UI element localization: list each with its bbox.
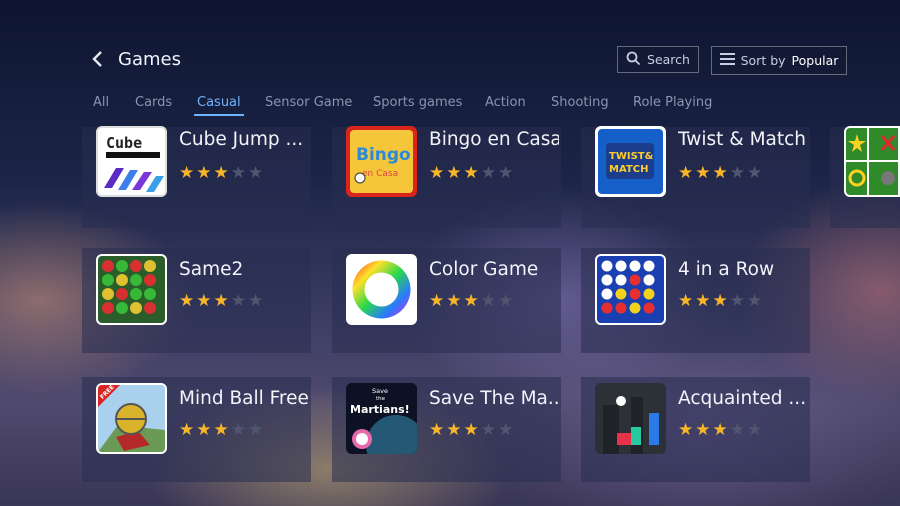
game-card[interactable]: Bingo en Casa Bingo en Casa ★★★★★ <box>332 126 561 228</box>
page-header: Games <box>90 48 181 70</box>
tab-sensor-game[interactable]: Sensor Game <box>265 95 352 110</box>
star-rating: ★★★★★ <box>179 420 266 440</box>
game-title: 4 in a Row <box>678 259 775 280</box>
game-card[interactable]: 4 in a Row ★★★★★ <box>581 248 810 353</box>
color-wheel-icon <box>346 254 417 325</box>
star-rating: ★★★★★ <box>678 291 765 311</box>
sort-button[interactable]: Sort by Popular <box>711 46 847 75</box>
game-title: Cube Jump ... <box>179 129 304 150</box>
sort-label: Sort by <box>740 53 786 68</box>
four-in-a-row-icon <box>595 254 666 325</box>
search-icon <box>626 51 641 69</box>
star-rating: ★★★★★ <box>179 163 266 183</box>
tab-role-playing[interactable]: Role Playing <box>633 95 712 110</box>
game-card[interactable]: FREE Mind Ball Free ★★★★★ <box>82 377 311 482</box>
search-label: Search <box>647 52 690 67</box>
twist-icon-text: TWIST& <box>609 151 654 162</box>
game-title: Twist & Match <box>678 129 807 150</box>
bingo-icon: Bingo en Casa <box>346 126 417 197</box>
bingo-icon-subtext: en Casa <box>362 169 398 179</box>
game-card[interactable]: Acquainted ... ★★★★★ <box>581 377 810 482</box>
game-card[interactable]: Save the Martians! Save The Ma... ★★★★★ <box>332 377 561 482</box>
tab-casual[interactable]: Casual <box>194 95 244 116</box>
page-title: Games <box>118 48 181 70</box>
tab-action[interactable]: Action <box>485 95 526 110</box>
game-title: Save The Ma... <box>429 388 559 409</box>
the-icon-text: the <box>376 396 386 402</box>
star-rating: ★★★★★ <box>429 420 516 440</box>
martians-icon-text: Martians! <box>350 403 410 416</box>
star-rating: ★★★★★ <box>179 291 266 311</box>
twist-match-icon: TWIST& MATCH <box>595 126 666 197</box>
tab-all[interactable]: All <box>93 95 109 110</box>
game-card[interactable] <box>830 126 900 228</box>
mind-ball-icon: FREE <box>96 383 167 454</box>
bingo-icon-text: Bingo <box>356 145 411 165</box>
game-card[interactable]: TWIST& MATCH Twist & Match ★★★★★ <box>581 126 810 228</box>
game-card[interactable]: Cube Cube Jump ... ★★★★★ <box>82 126 311 228</box>
game-card[interactable]: Color Game ★★★★★ <box>332 248 561 353</box>
back-arrow-icon[interactable] <box>90 48 112 70</box>
tab-shooting[interactable]: Shooting <box>551 95 609 110</box>
game-card[interactable]: Same2 ★★★★★ <box>82 248 311 353</box>
star-rating: ★★★★★ <box>678 420 765 440</box>
cube-jump-icon-text: Cube <box>106 134 142 152</box>
save-icon-text: Save <box>372 387 388 395</box>
match-icon-text: MATCH <box>609 164 648 175</box>
same2-balls-icon <box>96 254 167 325</box>
tic-tac-toe-icon <box>844 126 900 197</box>
list-icon <box>719 53 735 68</box>
cube-jump-icon: Cube <box>96 126 167 197</box>
acquainted-icon <box>595 383 666 454</box>
game-title: Mind Ball Free <box>179 388 309 409</box>
tab-sports-games[interactable]: Sports games <box>373 95 462 110</box>
sort-value: Popular <box>791 53 839 68</box>
star-rating: ★★★★★ <box>429 291 516 311</box>
save-martians-icon: Save the Martians! <box>346 383 417 454</box>
game-title: Same2 <box>179 259 244 280</box>
star-rating: ★★★★★ <box>429 163 516 183</box>
game-title: Color Game <box>429 259 539 280</box>
star-rating: ★★★★★ <box>678 163 765 183</box>
game-title: Bingo en Casa <box>429 129 559 150</box>
game-title: Acquainted ... <box>678 388 807 409</box>
search-button[interactable]: Search <box>617 46 699 73</box>
tab-cards[interactable]: Cards <box>135 95 172 110</box>
